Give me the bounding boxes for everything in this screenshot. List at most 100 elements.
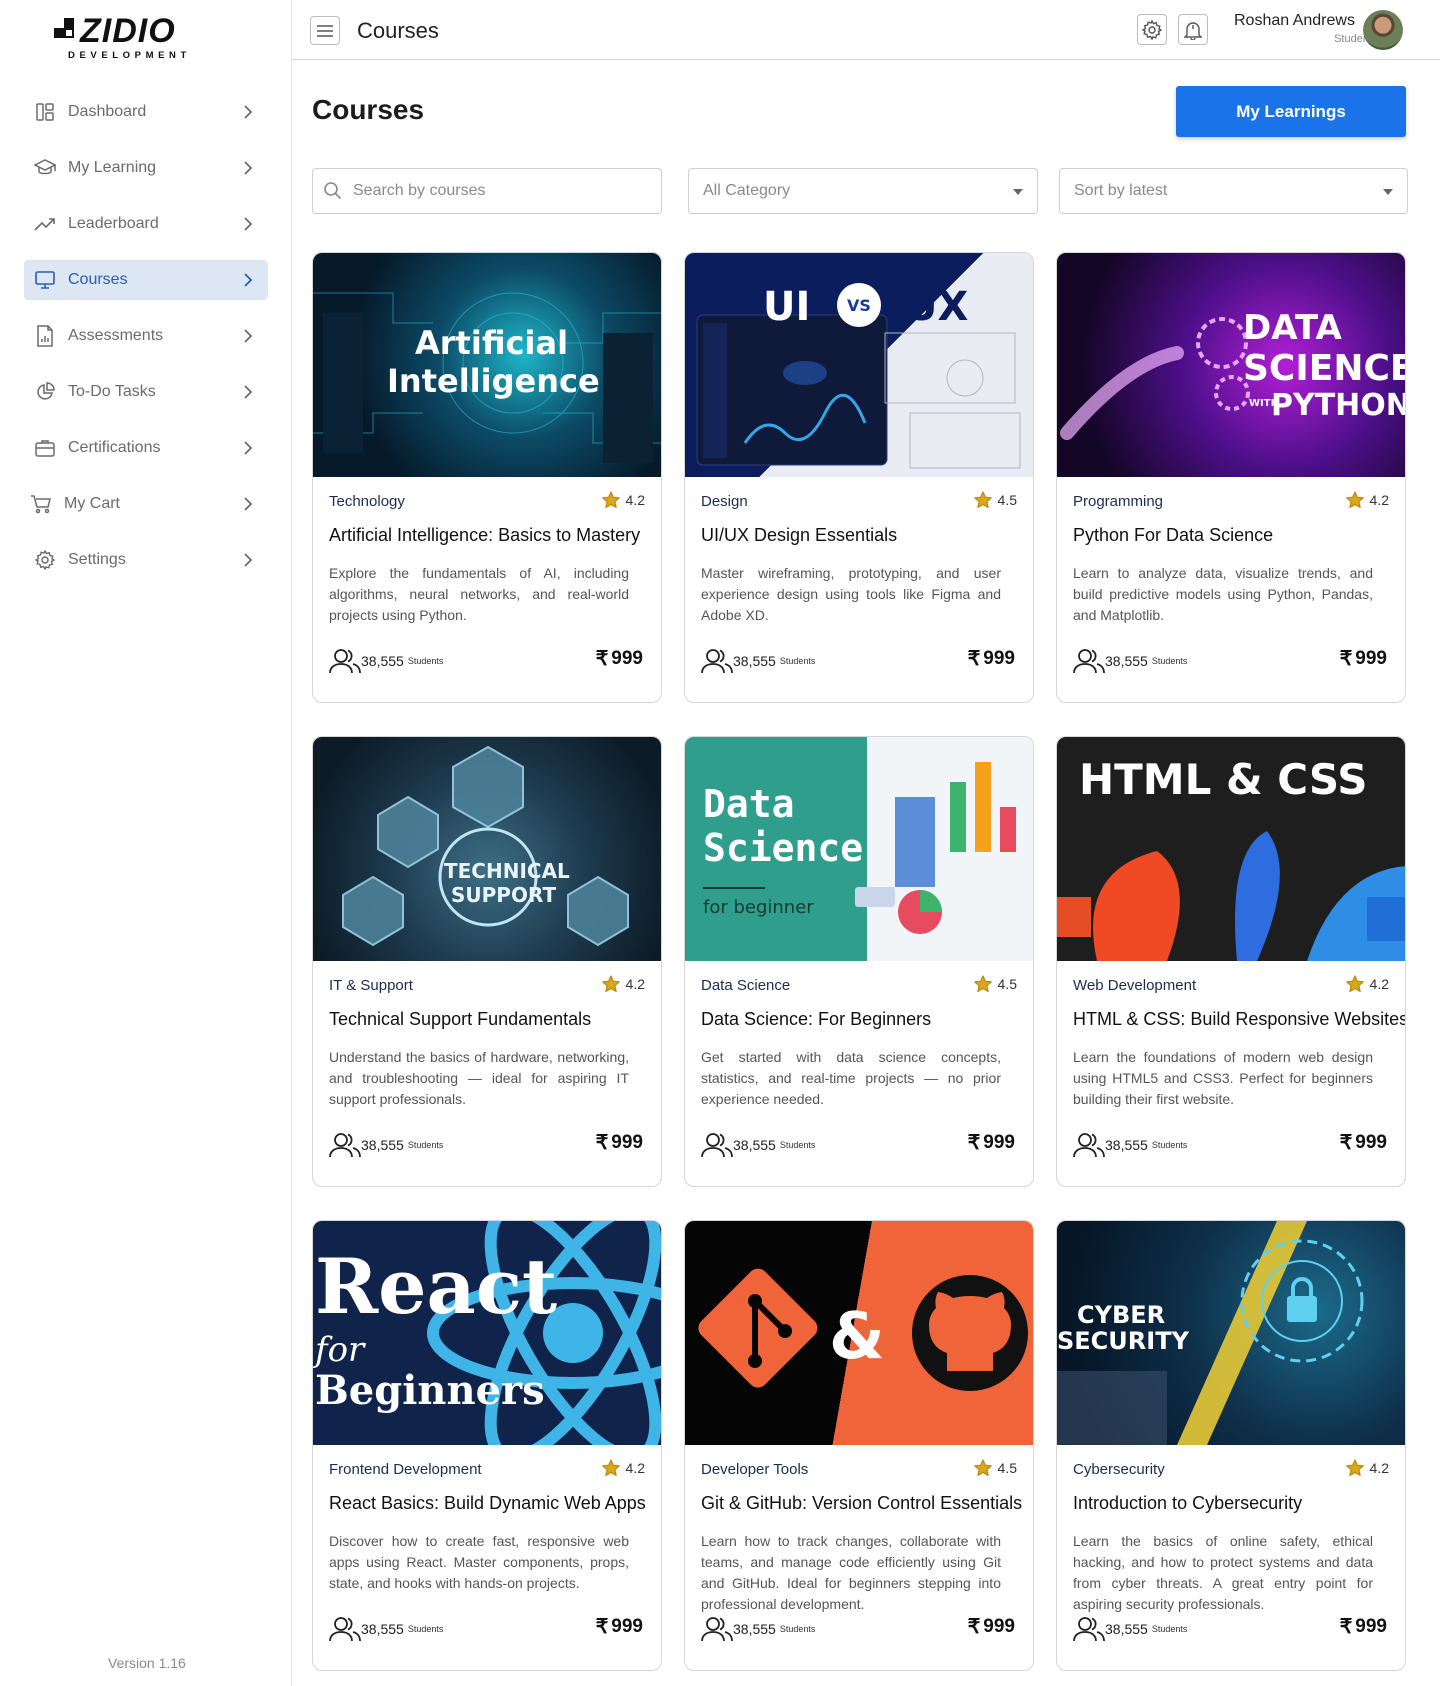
dashboard-icon	[34, 101, 56, 123]
course-students: 38,555 Students	[329, 1132, 443, 1158]
students-count: 38,555	[361, 1621, 404, 1637]
thumbnail-title: React	[315, 1242, 558, 1331]
thumbnail-title: UX	[905, 284, 969, 330]
course-category: Developer Tools	[701, 1461, 809, 1478]
course-title: Artificial Intelligence: Basics to Maste…	[329, 525, 641, 545]
sidebar-item-label: Assessments	[68, 327, 164, 344]
course-category: Technology	[329, 493, 405, 510]
rupee-icon: ₹	[1339, 1132, 1353, 1154]
avatar[interactable]	[1363, 10, 1403, 50]
logo[interactable]: ZIDIO DEVELOPMENT	[54, 12, 204, 61]
vs-badge: VS	[837, 283, 881, 327]
course-students: 38,555 Students	[329, 1616, 443, 1642]
search-icon	[324, 182, 342, 200]
bell-icon	[1184, 21, 1202, 40]
header-title: Courses	[357, 18, 439, 43]
category-select[interactable]: All Category	[688, 168, 1038, 214]
course-thumbnail: HTML & CSS	[1057, 737, 1405, 961]
sidebar-item-assessments[interactable]: Assessments	[24, 316, 268, 356]
thumbnail-subtitle: for	[315, 1330, 365, 1370]
rating-value: 4.2	[1369, 1459, 1389, 1476]
price-value: 999	[1355, 1131, 1387, 1153]
users-icon	[701, 1617, 733, 1642]
sidebar-item-courses[interactable]: Courses	[24, 260, 268, 300]
users-icon	[329, 649, 361, 674]
chevron-right-icon	[244, 105, 253, 119]
thumbnail-title: HTML & CSS	[1079, 755, 1368, 804]
students-label: Students	[1151, 656, 1188, 666]
notifications-button[interactable]	[1178, 14, 1208, 45]
students-count: 38,555	[361, 1137, 404, 1153]
hexagon-icons	[342, 745, 629, 947]
search-input[interactable]: Search by courses	[312, 168, 662, 214]
course-price: ₹999	[1340, 1614, 1387, 1639]
course-description: Explore the fundamentals of AI, includin…	[329, 565, 629, 623]
sidebar-item-label: Leaderboard	[68, 215, 159, 232]
course-rating: 4.5	[973, 1459, 1017, 1476]
settings-button[interactable]	[1137, 14, 1167, 45]
sidebar-item-settings[interactable]: Settings	[24, 540, 268, 580]
course-description: Learn to analyze data, visualize trends,…	[1073, 565, 1373, 623]
sidebar-item-my-learning[interactable]: My Learning	[24, 148, 268, 188]
course-rating: 4.5	[973, 975, 1017, 992]
logo-wordmark: ZIDIO	[80, 12, 176, 50]
users-icon	[701, 1133, 733, 1158]
course-card[interactable]: HTML & CSS Web Development 4.2 HTML & CS…	[1056, 736, 1406, 1187]
course-title: Data Science: For Beginners	[701, 1009, 932, 1029]
sort-select[interactable]: Sort by latest	[1059, 168, 1408, 214]
course-description: Understand the basics of hardware, netwo…	[329, 1049, 629, 1107]
course-price: ₹999	[968, 1614, 1015, 1639]
course-category: Cybersecurity	[1073, 1461, 1165, 1478]
hamburger-menu-button[interactable]	[310, 16, 340, 45]
course-description: Master wireframing, prototyping, and use…	[701, 565, 1001, 623]
course-students: 38,555 Students	[701, 1616, 815, 1642]
course-price: ₹999	[968, 1130, 1015, 1155]
thumbnail-subtitle: for beginner	[703, 897, 814, 918]
course-thumbnail: CYBER SECURITY	[1057, 1221, 1405, 1445]
thumbnail-title: Science	[703, 826, 864, 870]
thumbnail-divider	[703, 887, 765, 889]
star-icon	[601, 975, 620, 992]
course-category: Frontend Development	[329, 1461, 482, 1478]
course-card[interactable]: Data Science for beginner Data Science 4…	[684, 736, 1034, 1187]
course-price: ₹999	[1340, 1130, 1387, 1155]
thumbnail-title: &	[829, 1300, 885, 1374]
sidebar-item-my-cart[interactable]: My Cart	[24, 484, 268, 524]
dropdown-arrow-icon	[1383, 189, 1393, 195]
course-description: Learn the basics of online safety, ethic…	[1073, 1533, 1373, 1612]
course-students: 38,555 Students	[701, 648, 815, 674]
graduation-cap-icon	[34, 157, 56, 179]
chevron-right-icon	[244, 161, 253, 175]
course-thumbnail: TECHNICAL SUPPORT	[313, 737, 661, 961]
course-card[interactable]: CYBER SECURITY Cybersecurity 4.2 Introdu…	[1056, 1220, 1406, 1671]
sidebar-item-dashboard[interactable]: Dashboard	[24, 92, 268, 132]
price-value: 999	[1355, 1615, 1387, 1637]
rupee-icon: ₹	[967, 648, 981, 670]
dropdown-arrow-icon	[1013, 189, 1023, 195]
my-learnings-button[interactable]: My Learnings	[1176, 86, 1406, 137]
app-root: ZIDIO DEVELOPMENT Dashboard My Learning …	[0, 0, 1440, 1686]
course-category: Design	[701, 493, 748, 510]
sidebar-item-label: To-Do Tasks	[68, 383, 156, 400]
sidebar-item-certifications[interactable]: Certifications	[24, 428, 268, 468]
rupee-icon: ₹	[595, 1616, 609, 1638]
course-students: 38,555 Students	[701, 1132, 815, 1158]
chevron-right-icon	[244, 273, 253, 287]
thumbnail-title: Artificial	[415, 324, 569, 362]
course-card[interactable]: Artificial Intelligence Technology 4.2 A…	[312, 252, 662, 703]
chevron-right-icon	[244, 217, 253, 231]
sidebar-item-todo-tasks[interactable]: To-Do Tasks	[24, 372, 268, 412]
course-card[interactable]: DATA SCIENCE WITH PYTHON Programming 4.2…	[1056, 252, 1406, 703]
students-count: 38,555	[1105, 1137, 1148, 1153]
pie-chart-icon	[34, 381, 56, 403]
sidebar-item-leaderboard[interactable]: Leaderboard	[24, 204, 268, 244]
course-card[interactable]: UI VS UX Design 4.5 UI/UX Design Essenti…	[684, 252, 1034, 703]
course-price: ₹999	[596, 1614, 643, 1639]
students-count: 38,555	[733, 1621, 776, 1637]
course-card[interactable]: TECHNICAL SUPPORT IT & Support 4.2 Techn…	[312, 736, 662, 1187]
course-card[interactable]: React for Beginners Frontend Development…	[312, 1220, 662, 1671]
logo-mark	[54, 18, 76, 48]
user-name: Roshan Andrews	[1234, 12, 1355, 29]
students-label: Students	[1151, 1140, 1188, 1150]
course-card[interactable]: & Developer Tools 4.5 Git & GitHub: Vers…	[684, 1220, 1034, 1671]
